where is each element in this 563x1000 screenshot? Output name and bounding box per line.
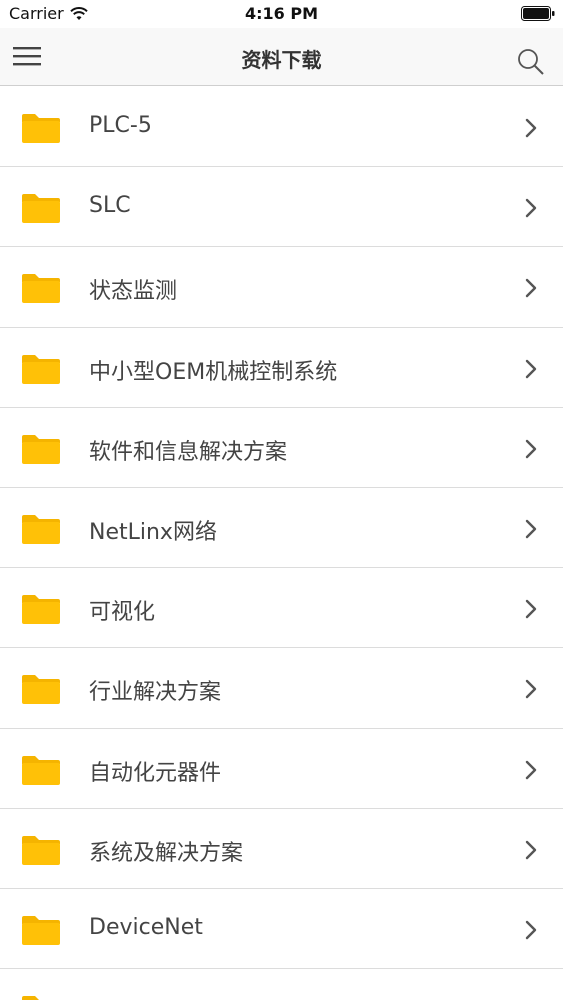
chevron-right-icon xyxy=(525,439,537,458)
folder-icon xyxy=(22,835,60,865)
list-item-label: DeviceNet xyxy=(89,914,203,940)
chevron-right-icon xyxy=(525,118,537,138)
folder-list: PLC-5 SLC 状态监测 中小型OEM机械控制系统 软件和信息解决方案 Ne… xyxy=(0,87,563,1000)
folder-icon xyxy=(22,675,60,705)
status-bar: Carrier 4:16 PM xyxy=(0,0,563,28)
list-item-label: 软件和信息解决方案 xyxy=(89,439,288,465)
folder-icon xyxy=(22,194,60,224)
chevron-right-icon xyxy=(525,599,537,619)
folder-icon xyxy=(22,595,60,625)
list-item-9[interactable]: 自动化元器件 xyxy=(0,729,563,809)
search-icon[interactable] xyxy=(517,48,545,76)
folder-icon xyxy=(22,274,60,304)
list-item-3[interactable]: 状态监测 xyxy=(0,247,563,328)
list-item-label: 行业解决方案 xyxy=(89,680,222,706)
battery-icon xyxy=(521,6,555,21)
list-item-4[interactable]: 中小型OEM机械控制系统 xyxy=(0,328,563,408)
folder-icon xyxy=(22,434,60,464)
folder-icon xyxy=(22,354,60,384)
list-item-label: 系统及解决方案 xyxy=(89,840,244,866)
list-item-11[interactable]: DeviceNet xyxy=(0,889,563,970)
chevron-right-icon xyxy=(525,198,537,218)
folder-icon xyxy=(22,755,60,785)
list-item-1[interactable]: PLC-5 xyxy=(0,87,563,168)
chevron-right-icon xyxy=(525,359,537,378)
list-item-label: 自动化元器件 xyxy=(89,760,222,786)
list-item-7[interactable]: 可视化 xyxy=(0,568,563,649)
list-item-12[interactable] xyxy=(0,969,563,1000)
list-item-label: NetLinx网络 xyxy=(89,519,217,545)
chevron-right-icon xyxy=(525,840,537,859)
list-item-6[interactable]: NetLinx网络 xyxy=(0,488,563,569)
navigation-bar: 资料下载 xyxy=(0,28,563,86)
chevron-right-icon xyxy=(525,760,537,779)
list-item-2[interactable]: SLC xyxy=(0,167,563,248)
list-item-label: 可视化 xyxy=(89,600,156,626)
folder-icon xyxy=(22,514,60,544)
list-item-label: SLC xyxy=(89,193,131,219)
folder-icon xyxy=(22,996,39,1000)
list-item-10[interactable]: 系统及解决方案 xyxy=(0,809,563,889)
chevron-right-icon xyxy=(525,279,537,298)
list-item-label: 中小型OEM机械控制系统 xyxy=(89,359,338,385)
chevron-right-icon xyxy=(525,920,537,940)
page-title: 资料下载 xyxy=(241,48,322,72)
chevron-right-icon xyxy=(525,519,537,539)
chevron-right-icon xyxy=(525,680,537,699)
list-item-8[interactable]: 行业解决方案 xyxy=(0,648,563,729)
list-item-5[interactable]: 软件和信息解决方案 xyxy=(0,408,563,488)
list-item-label: 状态监测 xyxy=(89,279,178,305)
status-time: 4:16 PM xyxy=(244,4,318,23)
list-item-label: PLC-5 xyxy=(89,113,152,138)
folder-icon xyxy=(22,114,60,143)
folder-icon xyxy=(22,915,60,945)
